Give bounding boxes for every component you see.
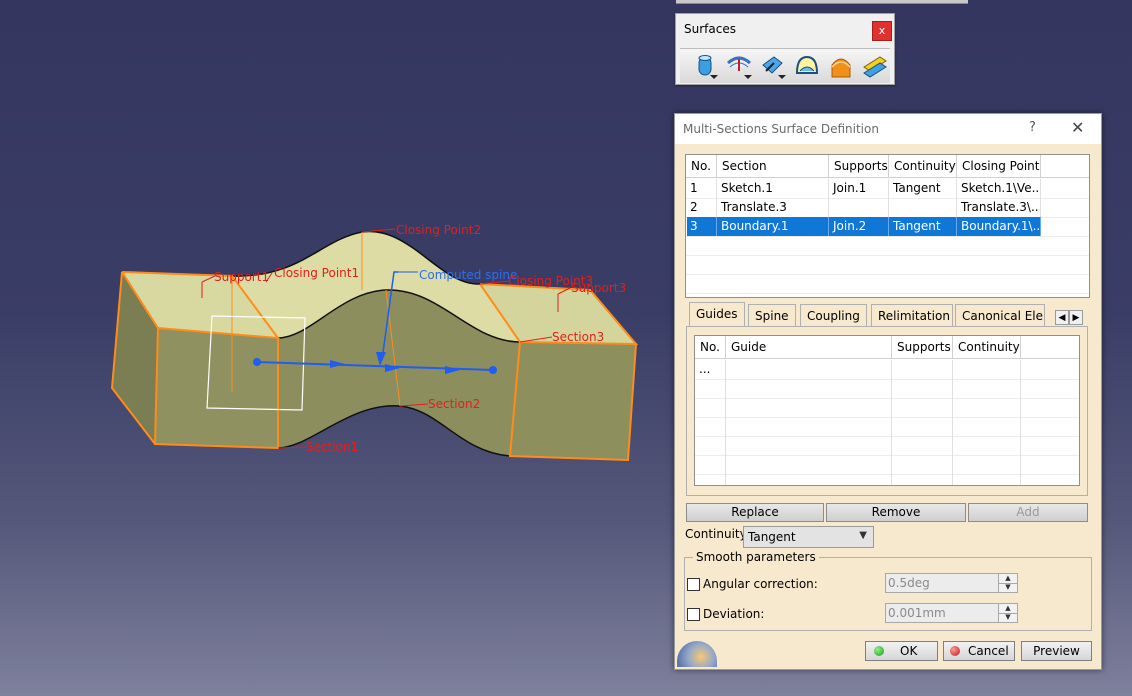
row-no: 3 [686, 217, 717, 236]
row-supports: Join.2 [829, 217, 889, 236]
cancel-label: Cancel [968, 644, 1009, 658]
spin-down-icon[interactable]: ▼ [999, 613, 1017, 622]
label-support1[interactable]: Support1 [214, 270, 269, 284]
offset-surface-icon[interactable] [726, 53, 752, 79]
label-computed-spine[interactable]: Computed spine [419, 268, 517, 282]
clipped-toolbar [676, 0, 968, 4]
deviation-label: Deviation: [703, 607, 765, 621]
tab-canonical-elements[interactable]: Canonical Eleme [955, 304, 1045, 326]
ok-green-icon [874, 646, 884, 656]
sweep-surface-icon[interactable] [760, 53, 786, 79]
label-closing-point2[interactable]: Closing Point2 [396, 223, 481, 237]
ok-button[interactable]: OK [865, 641, 938, 661]
multi-sections-surface-icon[interactable] [828, 53, 854, 79]
blend-surface-icon[interactable] [862, 53, 888, 79]
multi-sections-surface-dialog[interactable]: Multi-Sections Surface Definition ? ✕ No… [674, 113, 1102, 670]
label-section1[interactable]: Section1 [306, 440, 358, 454]
row-supports: Join.1 [829, 179, 889, 198]
angular-correction-checkbox[interactable] [687, 578, 700, 591]
sections-table[interactable]: No. Section Supports Continuity Closing … [685, 154, 1090, 298]
angular-correction-value: 0.5deg [888, 576, 930, 590]
replace-button[interactable]: Replace [686, 503, 824, 522]
continuity-label: Continuity: [685, 527, 750, 541]
compass-orb-icon [677, 641, 717, 667]
label-closing-point1[interactable]: Closing Point1 [274, 266, 359, 280]
row-continuity: Tangent [889, 217, 957, 236]
row-supports [892, 360, 953, 379]
dialog-title: Multi-Sections Surface Definition [683, 122, 879, 136]
surfaces-toolbar[interactable]: Surfaces x [675, 13, 895, 85]
deviation-checkbox[interactable] [687, 608, 700, 621]
row-continuity [889, 198, 957, 217]
row-section: Boundary.1 [717, 217, 829, 236]
ok-label: OK [900, 644, 918, 658]
col-header-no[interactable]: No. [695, 336, 726, 358]
guides-tab-panel: No. Guide Supports Continuity ... [686, 326, 1088, 496]
label-support3[interactable]: Support3 [571, 281, 626, 295]
toolbar-close-button[interactable]: x [872, 21, 892, 41]
continuity-select[interactable]: Tangent ▼ [743, 526, 874, 548]
remove-button[interactable]: Remove [826, 503, 966, 522]
row-no: 1 [686, 179, 717, 198]
chevron-down-icon: ▼ [859, 530, 867, 541]
row-continuity: Tangent [889, 179, 957, 198]
col-header-section[interactable]: Section [717, 155, 829, 177]
add-button[interactable]: Add [968, 503, 1088, 522]
row-closing-point: Sketch.1\Ve... [957, 179, 1041, 198]
dialog-titlebar[interactable]: Multi-Sections Surface Definition ? ✕ [675, 114, 1101, 144]
row-closing-point: Translate.3\... [957, 198, 1041, 217]
tab-relimitation[interactable]: Relimitation [871, 304, 953, 326]
col-header-continuity[interactable]: Continuity [953, 336, 1021, 358]
smooth-parameters-legend: Smooth parameters [693, 550, 819, 564]
toolbar-title: Surfaces [684, 22, 736, 36]
row-continuity [953, 360, 1021, 379]
tab-spine[interactable]: Spine [748, 304, 796, 326]
label-section3[interactable]: Section3 [552, 330, 604, 344]
angular-correction-spinner[interactable]: 0.5deg ▲ ▼ [885, 573, 1018, 593]
row-guide [726, 360, 892, 379]
col-header-supports[interactable]: Supports [892, 336, 953, 358]
continuity-selected-value: Tangent [748, 530, 796, 544]
row-section: Sketch.1 [717, 179, 829, 198]
row-no: ... [695, 360, 726, 379]
tab-scroll-left-icon[interactable]: ◀ [1055, 310, 1069, 325]
col-header-closing-point[interactable]: Closing Point [957, 155, 1041, 177]
label-section2[interactable]: Section2 [428, 397, 480, 411]
right-box-front-face[interactable] [510, 342, 636, 460]
cancel-button[interactable]: Cancel [943, 641, 1015, 661]
left-box-front-face[interactable] [155, 328, 278, 448]
tab-guides[interactable]: Guides [689, 302, 745, 327]
deviation-value: 0.001mm [888, 606, 946, 620]
tab-scroll-right-icon[interactable]: ▶ [1069, 310, 1083, 325]
row-supports [829, 198, 889, 217]
col-header-supports[interactable]: Supports [829, 155, 889, 177]
col-header-no[interactable]: No. [686, 155, 717, 177]
row-no: 2 [686, 198, 717, 217]
angular-correction-label: Angular correction: [703, 577, 818, 591]
guides-table[interactable]: No. Guide Supports Continuity ... [694, 335, 1080, 486]
preview-button[interactable]: Preview [1021, 641, 1092, 661]
cancel-red-icon [950, 646, 960, 656]
row-section: Translate.3 [717, 198, 829, 217]
help-button[interactable]: ? [1029, 120, 1036, 135]
fill-surface-icon[interactable] [794, 53, 820, 79]
spin-down-icon[interactable]: ▼ [999, 583, 1017, 592]
col-header-continuity[interactable]: Continuity [889, 155, 957, 177]
deviation-spinner[interactable]: 0.001mm ▲ ▼ [885, 603, 1018, 623]
extrude-surface-icon[interactable] [692, 53, 718, 79]
close-button[interactable]: ✕ [1071, 118, 1084, 137]
row-closing-point: Boundary.1\... [957, 217, 1041, 236]
tab-coupling[interactable]: Coupling [800, 304, 867, 326]
col-header-guide[interactable]: Guide [726, 336, 892, 358]
toolbar-icon-row [680, 48, 890, 83]
